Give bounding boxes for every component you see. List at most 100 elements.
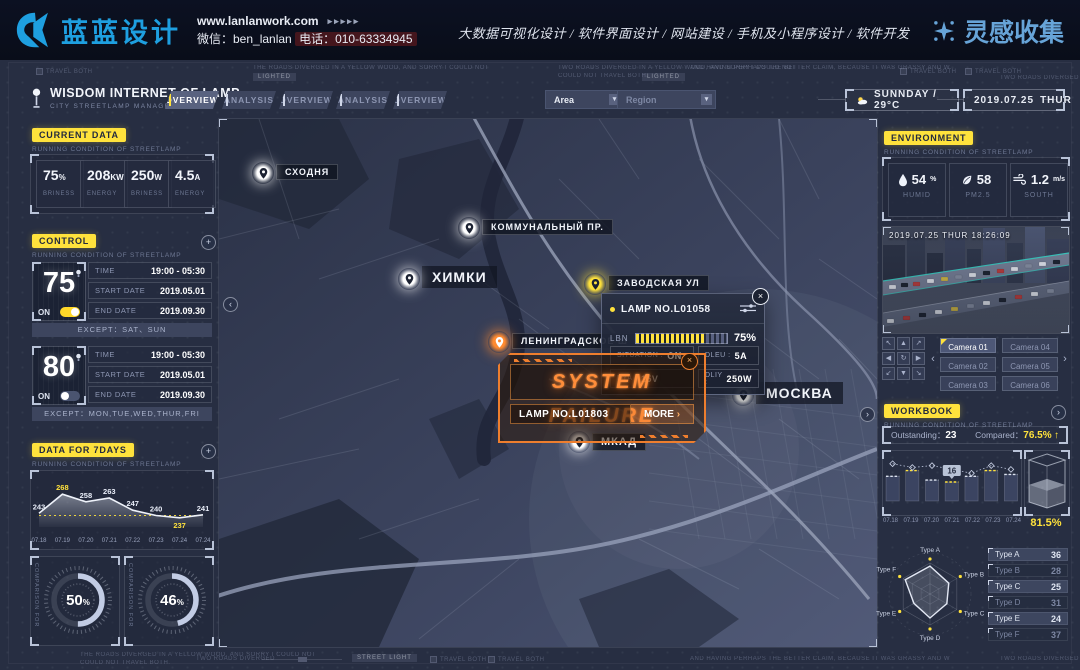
- failure-message: SYSTEM FAILURE: [510, 364, 694, 400]
- map-pin-white[interactable]: [398, 268, 420, 290]
- tab-overview-3[interactable]: OVERVIEW: [393, 91, 447, 109]
- streetlamp-icon: [30, 86, 43, 110]
- map-prev-button[interactable]: ‹: [223, 297, 238, 312]
- chevron-down-icon: ▾: [701, 94, 712, 105]
- city-map[interactable]: ‹ › LAMP NO.L01058 LBN 75% SITUATION :ON…: [218, 118, 878, 648]
- svg-text:07.18: 07.18: [31, 538, 47, 544]
- camera-prev-button[interactable]: ‹: [928, 348, 938, 370]
- decor-text: AND HAVING PERHAPS THE BETTER CLAIM, BEC…: [690, 656, 950, 662]
- bulb-icon: [75, 349, 82, 367]
- svg-text:07.24: 07.24: [195, 538, 211, 544]
- camera-dpad[interactable]: ↖▲↗ ◀↻▶ ↙▼↘: [882, 337, 925, 380]
- dpad-arrow-icon[interactable]: ↘: [912, 367, 925, 380]
- decor-badge: STREET LIGHT: [352, 654, 417, 662]
- decor-text: COULD NOT TRAVEL BOTH.: [558, 73, 648, 79]
- bulb-icon: [75, 265, 82, 283]
- dpad-arrow-icon[interactable]: ↙: [882, 367, 895, 380]
- svg-text:Type E: Type E: [876, 611, 897, 618]
- type-row-b[interactable]: Type B28: [988, 564, 1068, 577]
- sun-cloud-icon: [856, 95, 868, 106]
- type-row-e[interactable]: Type E24: [988, 612, 1068, 625]
- dpad-arrow-icon[interactable]: ▶: [912, 352, 925, 365]
- comparison-gauge-2: COMPARISON FOR 46%: [124, 556, 214, 646]
- system-failure-popup: SYSTEM FAILURE LAMP NO.L01803 MORE › ×: [498, 353, 706, 443]
- stat-energy-a: 4.5A ENERGY: [168, 160, 216, 208]
- decor-slider: [262, 659, 342, 660]
- more-button[interactable]: MORE ›: [631, 404, 694, 424]
- svg-text:258: 258: [80, 491, 93, 500]
- expand-chart-button[interactable]: +: [201, 444, 216, 459]
- seven-days-badge: DATA FOR 7DAYS: [32, 443, 134, 457]
- date-box: 2019.07.25 THUR: [963, 89, 1065, 111]
- environment-badge: ENVIRONMENT: [884, 131, 973, 145]
- camera-button-6[interactable]: Camera 06: [1002, 376, 1058, 391]
- camera-next-button[interactable]: ›: [1060, 348, 1070, 370]
- type-row-d[interactable]: Type D31: [988, 596, 1068, 609]
- end-date-row-1: END DATE2019.09.30: [88, 302, 212, 319]
- add-control-button[interactable]: +: [201, 235, 216, 250]
- phone-label: 电话：010-63334945: [295, 32, 416, 46]
- tab-analysis-1[interactable]: ANALYSIS: [222, 91, 276, 109]
- svg-text:07.21: 07.21: [102, 538, 118, 544]
- camera-timestamp: 2019.07.25 THUR 18:26:09: [889, 231, 1011, 240]
- time-row-1: TIME19:00 - 05:30: [88, 262, 212, 279]
- arrows-decor: ▸▸▸▸▸: [328, 12, 361, 30]
- field-dleu: DLEU :5A: [698, 346, 759, 365]
- map-pin-white[interactable]: [458, 217, 480, 239]
- website-link[interactable]: www.lanlanwork.com: [197, 12, 319, 30]
- inspiration-collect[interactable]: 灵感收集: [931, 13, 1064, 49]
- dpad-arrow-icon[interactable]: ▲: [897, 337, 910, 350]
- stat-briness-pct: 75% BRINESS: [36, 160, 84, 208]
- close-icon[interactable]: ×: [752, 288, 769, 305]
- sparkle-icon: [931, 18, 957, 44]
- svg-text:247: 247: [126, 499, 139, 508]
- workbook-stats: Outstanding：23 Compared：76.5% ↑: [882, 426, 1068, 444]
- type-row-a[interactable]: Type A36: [988, 548, 1068, 561]
- map-pin-orange[interactable]: [488, 331, 510, 353]
- dpad-arrow-icon[interactable]: ↗: [912, 337, 925, 350]
- map-pin-yellow[interactable]: [584, 273, 606, 295]
- decor-text: TRAVEL BOTH: [430, 656, 487, 663]
- dpad-arrow-icon[interactable]: ◀: [882, 352, 895, 365]
- wind-icon: [1013, 174, 1027, 185]
- workbook-next-button[interactable]: ›: [1051, 405, 1066, 420]
- seven-days-subtitle: RUNNING CONDITION OF STREETLAMP: [32, 461, 181, 468]
- area-select[interactable]: Area ▾: [545, 90, 624, 109]
- dpad-arrow-icon[interactable]: ↖: [882, 337, 895, 350]
- pm25-card: 58 PM2.5: [949, 163, 1007, 217]
- workbook-bar-chart-frame: 16: [882, 450, 1022, 516]
- decor-badge: LIGHTED: [642, 73, 685, 81]
- up-arrow-icon: ↑: [1054, 430, 1059, 441]
- stat-energy-kw: 208KW ENERGY: [80, 160, 128, 208]
- svg-text:Type F: Type F: [876, 567, 896, 574]
- wechat-label: 微信：ben_lanlan: [197, 32, 292, 46]
- map-pin-white[interactable]: [252, 162, 274, 184]
- map-next-button[interactable]: ›: [860, 407, 875, 422]
- camera-button-4[interactable]: Camera 04: [1002, 338, 1058, 353]
- except-bar-2: EXCEPT：MON,TUE,WED,THUR,FRI: [32, 407, 212, 421]
- type-row-c[interactable]: Type C25: [988, 580, 1068, 593]
- dpad-arrow-icon[interactable]: ▼: [897, 367, 910, 380]
- svg-text:07.24: 07.24: [172, 538, 188, 544]
- close-icon[interactable]: ×: [681, 353, 698, 370]
- lamp-toggle-2[interactable]: [60, 391, 80, 401]
- region-select[interactable]: Region ▾: [617, 90, 716, 109]
- svg-text:16: 16: [947, 467, 956, 476]
- tab-overview-1[interactable]: OVERVIEW: [165, 91, 219, 109]
- camera-button-3[interactable]: Camera 03: [940, 376, 996, 391]
- failed-lamp-id: LAMP NO.L01803: [510, 404, 631, 424]
- dpad-arrow-icon[interactable]: ↻: [897, 352, 910, 365]
- tab-overview-2[interactable]: OVERVIEW: [279, 91, 333, 109]
- svg-text:07.20: 07.20: [78, 538, 94, 544]
- dashboard: WISDOM INTERNET OF LAMP CITY STREETLAMP …: [0, 60, 1080, 670]
- camera-button-2[interactable]: Camera 02: [940, 357, 996, 372]
- tab-analysis-2[interactable]: ANALYSIS: [336, 91, 390, 109]
- sliders-icon[interactable]: [740, 300, 756, 318]
- camera-button-1[interactable]: Camera 01: [940, 338, 996, 353]
- svg-text:241: 241: [197, 504, 210, 513]
- lamp-toggle-1[interactable]: [60, 307, 80, 317]
- start-date-row-1: START DATE2019.05.01: [88, 282, 212, 299]
- current-data-subtitle: RUNNING CONDITION OF STREETLAMP: [32, 146, 181, 153]
- camera-button-5[interactable]: Camera 05: [1002, 357, 1058, 372]
- type-row-f[interactable]: Type F37: [988, 628, 1068, 641]
